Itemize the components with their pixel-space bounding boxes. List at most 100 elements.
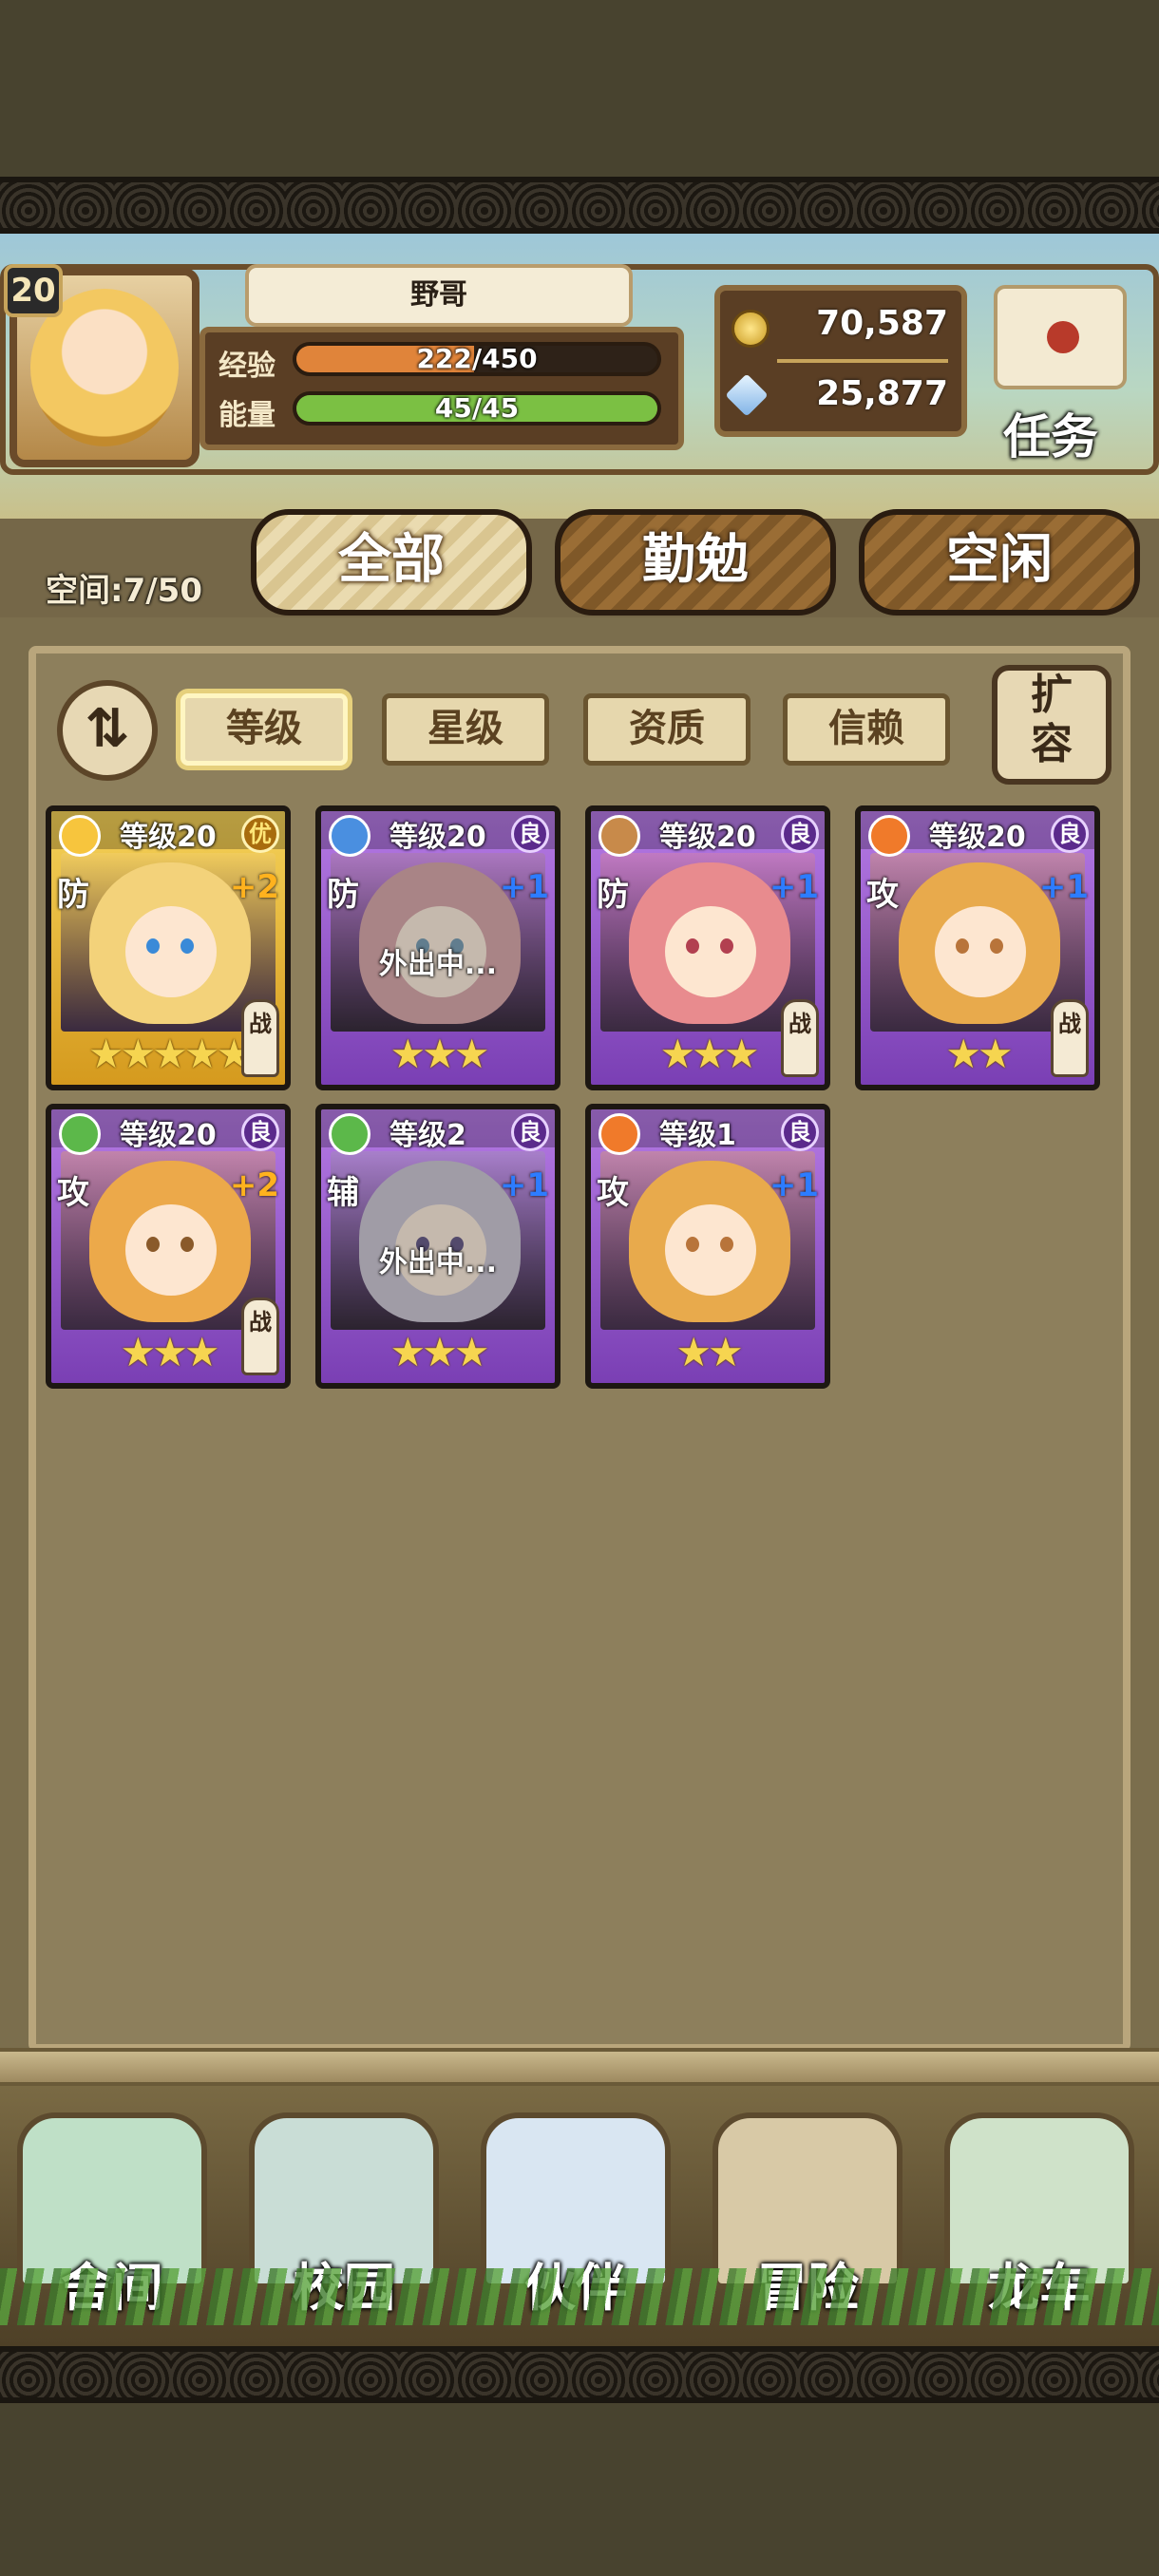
card-level: 等级20: [929, 821, 1026, 854]
card-plus: +2: [229, 868, 279, 906]
filter-level[interactable]: 等级: [180, 693, 348, 766]
player-name: 野哥: [245, 264, 633, 327]
card-grade-badge: 良: [241, 1113, 279, 1151]
portrait-eye: [990, 938, 1003, 954]
earth-element-icon: [598, 815, 640, 857]
currency-divider: [777, 359, 948, 363]
card-plus: +1: [769, 868, 819, 906]
water-element-icon: [329, 815, 370, 857]
portrait-face: [665, 1204, 756, 1296]
energy-label: 能量: [218, 399, 276, 432]
scroll-icon: [994, 285, 1127, 389]
tab-diligent[interactable]: 勤勉: [555, 509, 836, 616]
card-level: 等级2: [390, 1119, 466, 1152]
fire-element-icon: [598, 1113, 640, 1155]
tab-all[interactable]: 全部: [251, 509, 532, 616]
quest-button[interactable]: 任务: [975, 275, 1142, 464]
card-grade-badge: 良: [781, 815, 819, 853]
card-plus: +1: [499, 1166, 549, 1204]
partner-card[interactable]: 等级1 良攻 +1 ★★: [585, 1104, 830, 1389]
exp-value: 222/450: [416, 343, 538, 374]
card-away-status: 外出中...: [378, 1246, 498, 1279]
expand-label-2: 容: [1031, 720, 1073, 768]
partner-card[interactable]: 等级20 良攻 +2 ★★★ 战: [46, 1104, 291, 1389]
battle-tag: 战: [781, 999, 819, 1077]
portrait-eye: [720, 938, 733, 954]
gold-coin-icon: [732, 310, 770, 348]
player-level-badge: 20: [4, 264, 63, 317]
card-role: 防: [57, 876, 89, 914]
expand-button[interactable]: 扩 容: [992, 665, 1112, 785]
card-stars: ★★★: [390, 1329, 490, 1375]
wood-element-icon: [329, 1113, 370, 1155]
portrait-eye: [956, 938, 969, 954]
sort-arrows-icon[interactable]: ⇅: [57, 680, 158, 781]
card-level: 等级20: [120, 1119, 217, 1152]
portrait-eye: [146, 938, 160, 954]
gem-icon: [725, 373, 769, 417]
grass-decoration: [0, 2268, 1159, 2325]
tab-idle[interactable]: 空闲: [859, 509, 1140, 616]
card-plus: +2: [229, 1166, 279, 1204]
card-role: 攻: [57, 1174, 89, 1212]
decorative-band-top: [0, 177, 1159, 234]
battle-tag: 战: [241, 1297, 279, 1375]
card-level: 等级20: [120, 821, 217, 854]
filter-stars[interactable]: 星级: [382, 693, 549, 766]
portrait-face: [665, 906, 756, 997]
card-plus: +1: [1038, 868, 1089, 906]
card-level: 等级20: [390, 821, 486, 854]
card-role: 防: [597, 876, 629, 914]
energy-bar: 45/45: [293, 391, 661, 426]
decorative-band-bottom: [0, 2346, 1159, 2403]
portrait-eye: [146, 1237, 160, 1252]
filter-quality[interactable]: 资质: [583, 693, 750, 766]
exp-label: 经验: [218, 350, 276, 383]
top-margin: [0, 0, 1159, 177]
filter-trust[interactable]: 信赖: [783, 693, 950, 766]
card-grade-badge: 优: [241, 815, 279, 853]
card-stars: ★★★: [390, 1031, 490, 1077]
portrait-eye: [686, 938, 699, 954]
card-role: 攻: [597, 1174, 629, 1212]
partner-card[interactable]: 等级20 优防 +2 ★★★★★ 战: [46, 805, 291, 1090]
card-level: 等级1: [659, 1119, 736, 1152]
energy-value: 45/45: [434, 392, 520, 424]
exp-bar: 222/450: [293, 342, 661, 376]
portrait-eye: [180, 1237, 194, 1252]
card-role: 防: [327, 876, 359, 914]
card-role: 攻: [866, 876, 899, 914]
panel-rail: [0, 2048, 1159, 2086]
battle-tag: 战: [241, 999, 279, 1077]
card-grade-badge: 良: [1051, 815, 1089, 853]
portrait-eye: [180, 938, 194, 954]
partner-card[interactable]: 等级20 良防 +1 ★★★ 战: [585, 805, 830, 1090]
storage-space: 空间:7/50: [46, 572, 202, 610]
card-role: 辅: [327, 1174, 359, 1212]
portrait-eye: [686, 1237, 699, 1252]
expand-label-1: 扩: [1031, 671, 1073, 719]
wood-element-icon: [59, 1113, 101, 1155]
portrait-face: [935, 906, 1026, 997]
card-stars: ★★: [675, 1329, 743, 1375]
card-level: 等级20: [659, 821, 756, 854]
partner-card[interactable]: 等级20 良攻 +1 ★★ 战: [855, 805, 1100, 1090]
battle-tag: 战: [1051, 999, 1089, 1077]
card-grade-badge: 良: [781, 1113, 819, 1151]
partner-card[interactable]: 等级2 良辅 +1 外出中... ★★★: [315, 1104, 560, 1389]
partner-card[interactable]: 等级20 良防 +1 外出中... ★★★: [315, 805, 560, 1090]
light-element-icon: [59, 815, 101, 857]
fire-element-icon: [868, 815, 910, 857]
portrait-face: [125, 1204, 217, 1296]
card-grade-badge: 良: [511, 815, 549, 853]
portrait-face: [125, 906, 217, 997]
gold-amount: 70,587: [816, 304, 948, 343]
quest-label: 任务: [1003, 409, 1098, 464]
currency-panel: 70,587 25,877: [714, 285, 967, 437]
card-away-status: 外出中...: [378, 948, 498, 981]
card-plus: +1: [499, 868, 549, 906]
card-plus: +1: [769, 1166, 819, 1204]
bottom-margin: [0, 2403, 1159, 2576]
gem-amount: 25,877: [816, 374, 948, 413]
portrait-eye: [720, 1237, 733, 1252]
